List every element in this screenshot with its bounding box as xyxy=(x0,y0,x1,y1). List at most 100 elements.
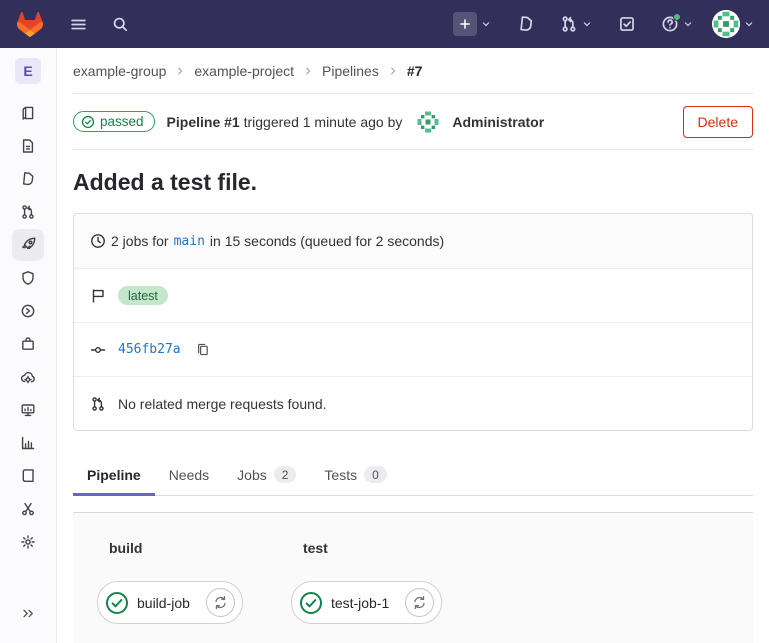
sidebar-item-settings[interactable] xyxy=(12,525,45,558)
sidebar-item-deployments[interactable] xyxy=(12,294,45,327)
merge-requests-menu[interactable] xyxy=(560,15,593,33)
gitlab-logo[interactable] xyxy=(8,4,52,44)
hamburger-menu-icon[interactable] xyxy=(62,8,94,40)
cloud-gear-icon xyxy=(20,369,36,385)
jobs-count-text: 2 jobs for xyxy=(111,233,169,249)
commit-sha-row: 456fb27a xyxy=(74,322,752,376)
sidebar-nav xyxy=(12,96,45,558)
issues-icon xyxy=(19,170,37,188)
sidebar-item-project-information[interactable] xyxy=(12,96,45,129)
issues-icon[interactable] xyxy=(510,8,542,40)
related-mr-row: No related merge requests found. xyxy=(74,376,752,430)
triggerer-avatar[interactable] xyxy=(416,110,440,134)
jobs-count-badge: 2 xyxy=(274,466,297,483)
commit-sha-link[interactable]: 456fb27a xyxy=(118,342,181,357)
help-menu[interactable] xyxy=(661,15,694,33)
job-pill-test-job-1[interactable]: test-job-1 xyxy=(291,581,442,624)
merge-request-icon xyxy=(90,396,106,412)
todo-list-icon[interactable] xyxy=(611,8,643,40)
latest-row: latest xyxy=(74,268,752,322)
scissors-icon xyxy=(20,501,36,517)
sidebar-item-infrastructure[interactable] xyxy=(12,360,45,393)
collapse-sidebar-button[interactable] xyxy=(12,597,44,629)
commit-icon xyxy=(90,342,106,358)
sidebar-item-packages[interactable] xyxy=(12,327,45,360)
tab-label: Jobs xyxy=(237,467,267,483)
chevron-down-icon xyxy=(480,18,492,30)
sidebar-item-repository[interactable] xyxy=(12,129,45,162)
chevron-down-icon xyxy=(581,18,593,30)
stage-build: build build-job xyxy=(97,540,243,642)
notification-dot xyxy=(673,13,681,21)
copy-sha-button[interactable] xyxy=(195,342,210,357)
status-badge: passed xyxy=(73,111,155,132)
left-sidebar: E xyxy=(0,48,57,643)
chart-icon xyxy=(20,435,36,451)
sidebar-item-analytics[interactable] xyxy=(12,426,45,459)
commit-title: Added a test file. xyxy=(73,169,753,196)
sidebar-item-security[interactable] xyxy=(12,261,45,294)
pipeline-tabs: Pipeline Needs Jobs 2 Tests 0 xyxy=(73,457,753,496)
chevron-down-icon xyxy=(743,18,755,30)
chevron-right-icon xyxy=(303,66,313,76)
chevron-right-icon xyxy=(175,66,185,76)
project-icon xyxy=(20,105,36,121)
file-icon xyxy=(20,138,36,154)
deploy-icon xyxy=(20,303,36,319)
rocket-icon xyxy=(20,236,37,253)
clock-icon xyxy=(90,233,106,249)
retry-job-button[interactable] xyxy=(206,588,235,617)
new-plus-menu[interactable] xyxy=(453,12,492,36)
job-pill-build-job[interactable]: build-job xyxy=(97,581,243,624)
branch-link[interactable]: main xyxy=(174,234,205,249)
sidebar-item-wiki[interactable] xyxy=(12,459,45,492)
job-name: test-job-1 xyxy=(331,595,389,611)
retry-job-button[interactable] xyxy=(405,588,434,617)
user-avatar xyxy=(712,10,740,38)
jobs-summary-row: 2 jobs for main in 15 seconds (queued fo… xyxy=(74,214,752,268)
delete-button[interactable]: Delete xyxy=(683,106,753,138)
status-badge-label: passed xyxy=(100,114,144,129)
top-navbar xyxy=(0,0,769,48)
main-content: example-group example-project Pipelines … xyxy=(57,48,769,643)
job-name: build-job xyxy=(137,595,190,611)
package-icon xyxy=(20,336,36,352)
retry-icon xyxy=(412,595,427,610)
breadcrumb-group[interactable]: example-group xyxy=(73,63,166,79)
no-merge-requests-text: No related merge requests found. xyxy=(118,396,327,412)
tab-tests[interactable]: Tests 0 xyxy=(310,457,400,496)
copy-icon xyxy=(195,342,210,357)
tab-label: Tests xyxy=(324,467,357,483)
check-circle-icon xyxy=(81,115,95,129)
breadcrumb-current: #7 xyxy=(407,63,423,79)
tab-label: Pipeline xyxy=(87,467,141,483)
breadcrumb-project[interactable]: example-project xyxy=(194,63,294,79)
tanuki-icon xyxy=(17,12,43,37)
sidebar-item-monitor[interactable] xyxy=(12,393,45,426)
sidebar-item-merge-requests[interactable] xyxy=(12,195,45,228)
sidebar-item-issues[interactable] xyxy=(12,162,45,195)
search-icon[interactable] xyxy=(104,8,136,40)
status-passed-icon xyxy=(299,591,323,615)
tab-jobs[interactable]: Jobs 2 xyxy=(223,457,310,496)
merge-request-icon xyxy=(560,15,578,33)
pipeline-graph: build build-job test test- xyxy=(73,512,753,643)
triggerer-name[interactable]: Administrator xyxy=(452,114,544,130)
pipeline-info-card: 2 jobs for main in 15 seconds (queued fo… xyxy=(73,213,753,431)
stage-name: test xyxy=(303,540,442,556)
book-icon xyxy=(20,468,36,484)
jobs-duration-text: in 15 seconds (queued for 2 seconds) xyxy=(210,233,444,249)
flag-icon xyxy=(90,288,106,304)
sidebar-item-ci-cd[interactable] xyxy=(12,229,44,261)
tab-pipeline[interactable]: Pipeline xyxy=(73,457,155,496)
sidebar-item-snippets[interactable] xyxy=(12,492,45,525)
project-avatar[interactable]: E xyxy=(15,58,41,84)
tab-needs[interactable]: Needs xyxy=(155,457,223,496)
retry-icon xyxy=(213,595,228,610)
stage-test: test test-job-1 xyxy=(291,540,442,642)
plus-icon xyxy=(453,12,477,36)
breadcrumb-pipelines[interactable]: Pipelines xyxy=(322,63,379,79)
merge-request-icon xyxy=(20,204,36,220)
pipeline-status-row: passed Pipeline #1 triggered 1 minute ag… xyxy=(73,94,753,150)
user-menu[interactable] xyxy=(712,10,755,38)
